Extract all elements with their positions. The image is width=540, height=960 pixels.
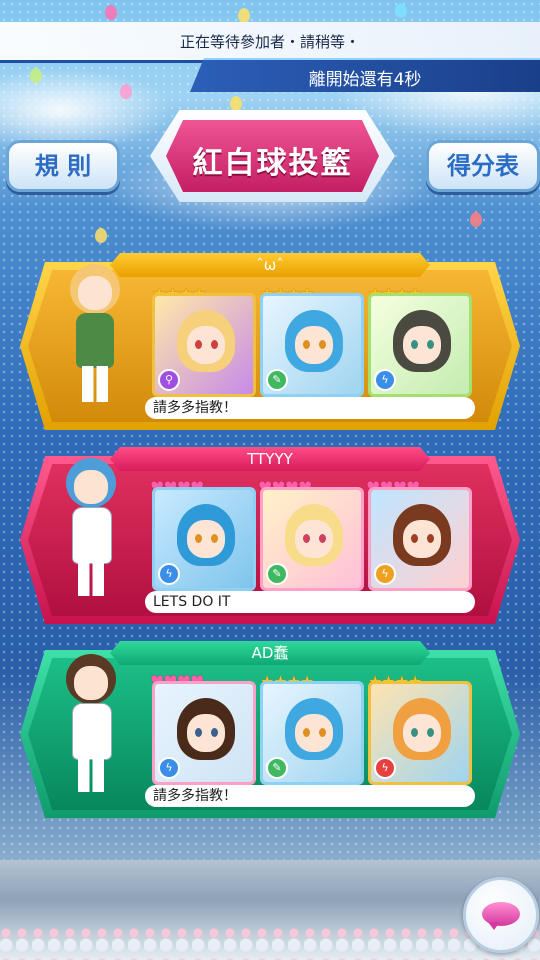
idol-card[interactable]: ✎ xyxy=(260,487,364,591)
chat-button[interactable] xyxy=(463,877,539,953)
lightning-icon: ϟ xyxy=(158,757,180,779)
balloon-decoration xyxy=(395,3,407,18)
wrench-icon: ✎ xyxy=(266,757,288,779)
mode-title: 紅白球投籃 xyxy=(192,146,353,181)
lightning-icon: ϟ xyxy=(374,369,396,391)
countdown-banner: 離開始還有4秒 xyxy=(190,58,540,92)
balloon-decoration xyxy=(120,84,132,99)
waiting-banner: 正在等待參加者・請稍等・ xyxy=(0,22,540,63)
player-name: ˆωˆ xyxy=(256,256,284,274)
waiting-text: 正在等待參加者・請稍等・ xyxy=(179,33,360,51)
balloon-decoration xyxy=(30,68,42,83)
idol-card[interactable]: ⚲ xyxy=(152,293,256,397)
wrench-icon: ✎ xyxy=(266,563,288,585)
player-name: AD蠢 xyxy=(251,644,289,662)
mode-title-plate: 紅白球投籃 xyxy=(166,120,379,192)
player-message: 請多多指教！ xyxy=(145,785,475,807)
balloon-decoration xyxy=(230,96,242,111)
player-name-tab: AD蠢 xyxy=(110,641,430,665)
audience-crowd xyxy=(0,925,540,960)
player-avatar xyxy=(44,648,134,798)
player-name-tab: TTYYY xyxy=(110,447,430,471)
idol-card[interactable]: ✎ xyxy=(260,681,364,785)
idol-card[interactable]: ϟ xyxy=(152,487,256,591)
lightning-icon: ϟ xyxy=(374,757,396,779)
magnifier-icon: ⚲ xyxy=(158,369,180,391)
idol-card[interactable]: ϟ xyxy=(368,681,472,785)
balloon-decoration xyxy=(105,5,117,20)
player-message: LETS DO IT xyxy=(145,591,475,613)
player-message: 請多多指教！ xyxy=(145,397,475,419)
player-avatar xyxy=(48,258,138,408)
idol-card[interactable]: ✎ xyxy=(260,293,364,397)
idol-card[interactable]: ϟ xyxy=(368,293,472,397)
scoreboard-button-label: 得分表 xyxy=(447,152,519,180)
player-name: TTYYY xyxy=(247,450,293,468)
balloon-decoration xyxy=(95,228,107,243)
idol-card[interactable]: ϟ xyxy=(368,487,472,591)
lightning-icon: ϟ xyxy=(374,563,396,585)
balloon-decoration xyxy=(238,8,250,23)
countdown-text: 離開始還有4秒 xyxy=(308,70,422,90)
player-name-tab: ˆωˆ xyxy=(110,253,430,277)
wrench-icon: ✎ xyxy=(266,369,288,391)
scoreboard-button[interactable]: 得分表 xyxy=(426,140,540,192)
idol-card[interactable]: ϟ xyxy=(152,681,256,785)
rules-button-label: 規 則 xyxy=(34,152,92,180)
rules-button[interactable]: 規 則 xyxy=(6,140,120,192)
balloon-decoration xyxy=(470,212,482,227)
player-avatar xyxy=(44,452,134,602)
lightning-icon: ϟ xyxy=(158,563,180,585)
